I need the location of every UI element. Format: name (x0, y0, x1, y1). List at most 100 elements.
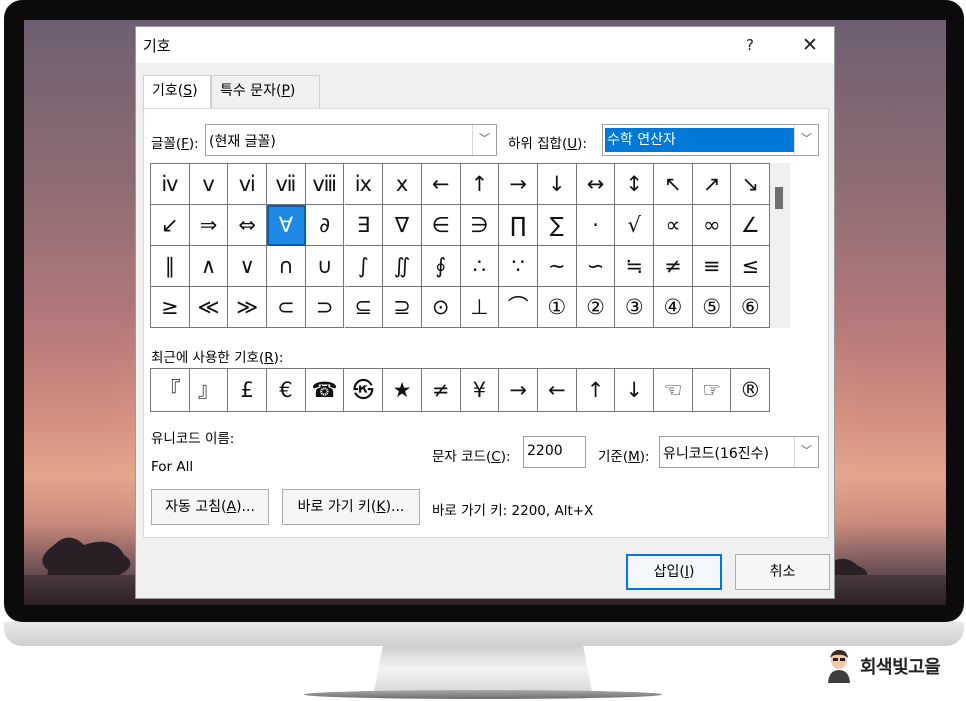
recent-symbol-cell[interactable]: ← (538, 369, 577, 411)
symbol-cell[interactable]: ∂ (305, 205, 345, 246)
symbol-cell[interactable]: ⇔ (228, 205, 268, 246)
symbol-cell[interactable]: ≤ (731, 246, 771, 287)
symbol-cell[interactable]: ∥ (151, 246, 190, 287)
symbol-cell[interactable]: ≪ (189, 287, 229, 328)
symbol-cell[interactable]: ⅵ (228, 164, 268, 205)
recent-symbol-cell[interactable]: ☎ (306, 369, 345, 411)
symbol-cell[interactable]: ⅸ (344, 164, 384, 205)
symbol-cell[interactable]: ↗ (692, 164, 732, 205)
symbol-cell[interactable]: ⅹ (383, 164, 422, 205)
symbol-cell[interactable]: ↑ (460, 164, 500, 205)
chevron-down-icon[interactable]: ﹀ (472, 125, 496, 155)
symbol-cell[interactable]: ∑ (538, 205, 577, 246)
symbol-cell[interactable]: ∴ (460, 246, 500, 287)
symbol-grid-scrollbar[interactable] (770, 163, 790, 328)
brand-name: 회색빛고을 (860, 657, 941, 678)
symbol-cell[interactable]: ∩ (267, 246, 306, 287)
recent-symbol-cell[interactable]: 』 (190, 369, 229, 411)
symbol-cell[interactable]: ∨ (228, 246, 268, 287)
recent-symbol-cell[interactable]: ★ (383, 369, 422, 411)
symbol-cell[interactable]: ⊃ (305, 287, 345, 328)
symbol-cell[interactable]: ⊆ (344, 287, 384, 328)
symbol-cell[interactable]: ∬ (383, 246, 422, 287)
chevron-down-icon[interactable]: ﹀ (794, 125, 818, 155)
symbol-cell[interactable]: ↙ (151, 205, 190, 246)
symbol-cell[interactable]: ④ (654, 287, 693, 328)
symbol-cell[interactable]: ② (576, 287, 616, 328)
recent-symbol-cell[interactable]: ㉿ (345, 369, 384, 411)
symbol-cell[interactable]: ⌒ (499, 287, 538, 328)
recent-symbol-cell[interactable]: € (267, 369, 306, 411)
from-select[interactable]: 유니코드(16진수) ﹀ (659, 436, 819, 468)
symbol-cell[interactable]: ∞ (692, 205, 732, 246)
symbol-cell[interactable]: ≒ (615, 246, 655, 287)
symbol-cell[interactable]: ③ (615, 287, 655, 328)
symbol-cell[interactable]: √ (615, 205, 655, 246)
shortcut-key-button[interactable]: 바로 가기 키(K)... (282, 489, 420, 525)
autocorrect-button[interactable]: 자동 고침(A)... (151, 489, 269, 525)
symbol-cell[interactable]: ≫ (228, 287, 268, 328)
symbol-cell[interactable]: ∇ (383, 205, 422, 246)
insert-button[interactable]: 삽입(I) (626, 554, 722, 590)
symbol-cell[interactable]: ↓ (538, 164, 577, 205)
symbol-cell[interactable]: ⅴ (189, 164, 229, 205)
cancel-button[interactable]: 취소 (735, 554, 830, 590)
symbol-cell[interactable]: ⑤ (692, 287, 732, 328)
recent-symbol-cell[interactable]: ☞ (693, 369, 732, 411)
symbol-cell[interactable]: → (499, 164, 538, 205)
symbol-cell[interactable]: ↖ (654, 164, 693, 205)
recent-symbol-cell[interactable]: 『 (151, 369, 190, 411)
close-button[interactable]: ✕ (796, 31, 824, 59)
scrollbar-thumb[interactable] (775, 187, 783, 209)
symbol-cell[interactable]: ∠ (731, 205, 771, 246)
recent-symbol-cell[interactable]: ® (732, 369, 771, 411)
recent-symbol-cell[interactable]: ≠ (422, 369, 461, 411)
from-value: 유니코드(16진수) (663, 446, 770, 462)
symbol-cell[interactable]: ⊂ (267, 287, 306, 328)
symbol-cell[interactable]: ⅷ (305, 164, 345, 205)
symbol-cell[interactable]: ∫ (344, 246, 384, 287)
recent-symbol-cell[interactable]: ↑ (577, 369, 616, 411)
recent-symbol-cell[interactable]: £ (228, 369, 268, 411)
char-code-field[interactable]: 2200 (523, 436, 586, 468)
symbol-cell[interactable]: ⊇ (383, 287, 422, 328)
recent-symbol-cell[interactable]: ↓ (615, 369, 655, 411)
symbol-cell[interactable]: ∀ (267, 205, 306, 246)
symbol-cell[interactable]: ∽ (576, 246, 616, 287)
tab-special-characters[interactable]: 특수 문자(P) (211, 75, 320, 108)
recent-symbol-cell[interactable]: ☜ (654, 369, 693, 411)
symbol-cell[interactable]: · (576, 205, 616, 246)
symbol-cell[interactable]: ∵ (499, 246, 538, 287)
tab-symbols[interactable]: 기호(S) (143, 75, 211, 109)
symbol-cell[interactable]: ≡ (692, 246, 732, 287)
recent-symbol-cell[interactable]: → (499, 369, 538, 411)
chevron-down-icon[interactable]: ﹀ (794, 437, 818, 467)
symbol-cell[interactable]: ⅳ (151, 164, 190, 205)
symbol-cell[interactable]: ∏ (499, 205, 538, 246)
symbol-cell[interactable]: ≥ (151, 287, 190, 328)
symbol-cell[interactable]: ∈ (421, 205, 461, 246)
symbol-cell[interactable]: ∝ (654, 205, 693, 246)
help-button[interactable]: ? (736, 31, 764, 59)
symbol-cell[interactable]: ∃ (344, 205, 384, 246)
symbol-cell[interactable]: ≠ (654, 246, 693, 287)
symbol-cell[interactable]: ⅶ (267, 164, 306, 205)
symbol-cell[interactable]: ⊥ (460, 287, 500, 328)
symbol-cell[interactable]: ↕ (615, 164, 655, 205)
recent-symbol-cell[interactable]: ¥ (461, 369, 500, 411)
symbol-cell[interactable]: ⑥ (731, 287, 771, 328)
symbol-cell[interactable]: ① (538, 287, 577, 328)
symbol-cell[interactable]: ∮ (421, 246, 461, 287)
symbol-cell[interactable]: ∪ (305, 246, 345, 287)
monitor-stand-base (304, 690, 662, 699)
symbol-cell[interactable]: ⊙ (421, 287, 461, 328)
symbol-cell[interactable]: ← (421, 164, 461, 205)
symbol-cell[interactable]: ⇒ (189, 205, 229, 246)
symbol-cell[interactable]: ∋ (460, 205, 500, 246)
symbol-cell[interactable]: ↘ (731, 164, 771, 205)
symbol-cell[interactable]: ↔ (576, 164, 616, 205)
font-select[interactable]: (현재 글꼴) ﹀ (205, 124, 497, 156)
symbol-cell[interactable]: ∧ (189, 246, 229, 287)
subset-select[interactable]: 수학 연산자 ﹀ (602, 124, 819, 156)
symbol-cell[interactable]: ∼ (538, 246, 577, 287)
